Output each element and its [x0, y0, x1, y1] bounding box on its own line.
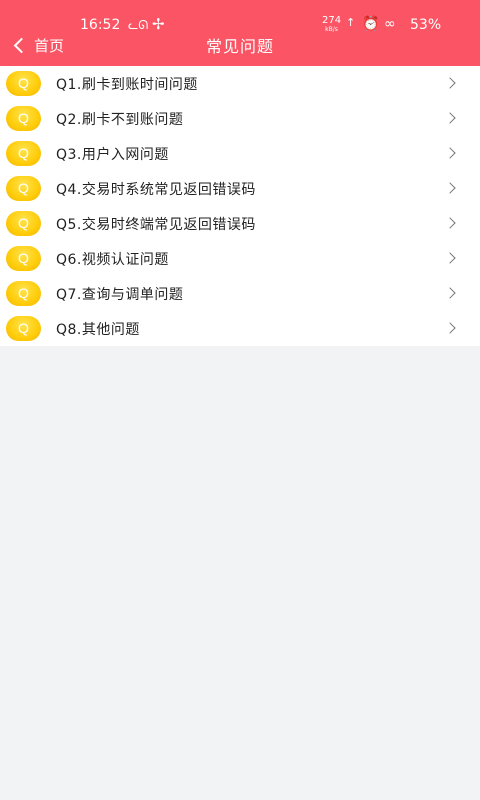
faq-item-8[interactable]: Q Q8.其他问题 [0, 311, 480, 346]
chevron-right-icon [444, 322, 456, 334]
faq-item-label: Q3.用户入网问题 [56, 147, 169, 163]
chevron-right-icon [444, 112, 456, 124]
chevron-right-icon [444, 217, 456, 229]
faq-item-label: Q4.交易时系统常见返回错误码 [56, 182, 256, 198]
faq-list: Q Q1.刷卡到账时间问题 Q Q2.刷卡不到账问题 Q Q3.用户入网问题 Q… [0, 66, 480, 346]
q-badge-icon: Q [6, 211, 41, 236]
faq-item-label: Q1.刷卡到账时间问题 [56, 77, 198, 93]
faq-item-6[interactable]: Q Q6.视频认证问题 [0, 241, 480, 276]
faq-item-1[interactable]: Q Q1.刷卡到账时间问题 [0, 66, 480, 101]
network-speed: 274 kB/s [322, 15, 342, 34]
fan-icon: ✢ [152, 15, 165, 33]
cat-icon: ᓚᘏ [128, 18, 149, 32]
page-title: 常见问题 [205, 37, 274, 56]
header: 16:52 ᓚᘏ ✢ 274 kB/s ↑ ⏰ ∞ 53% 首页 常见问题 [0, 0, 480, 66]
q-badge-icon: Q [6, 106, 41, 131]
q-badge-icon: Q [6, 246, 41, 271]
chevron-right-icon [444, 147, 456, 159]
faq-item-7[interactable]: Q Q7.查询与调单问题 [0, 276, 480, 311]
faq-item-label: Q8.其他问题 [56, 322, 140, 338]
faq-item-label: Q2.刷卡不到账问题 [56, 112, 184, 128]
faq-item-2[interactable]: Q Q2.刷卡不到账问题 [0, 101, 480, 136]
chevron-right-icon [444, 287, 456, 299]
faq-item-label: Q5.交易时终端常见返回错误码 [56, 217, 256, 233]
faq-item-5[interactable]: Q Q5.交易时终端常见返回错误码 [0, 206, 480, 241]
chevron-right-icon [444, 252, 456, 264]
q-badge-icon: Q [6, 141, 41, 166]
faq-item-3[interactable]: Q Q3.用户入网问题 [0, 136, 480, 171]
q-badge-icon: Q [6, 71, 41, 96]
upload-arrow-icon: ↑ [346, 16, 356, 29]
faq-item-label: Q7.查询与调单问题 [56, 287, 184, 303]
faq-item-4[interactable]: Q Q4.交易时系统常见返回错误码 [0, 171, 480, 206]
link-icon: ∞ [384, 16, 396, 32]
status-time: 16:52 [80, 17, 121, 33]
alarm-icon: ⏰ [362, 16, 380, 32]
q-badge-icon: Q [6, 316, 41, 341]
q-badge-icon: Q [6, 176, 41, 201]
q-badge-icon: Q [6, 281, 41, 306]
status-bar: 16:52 ᓚᘏ ✢ 274 kB/s ↑ ⏰ ∞ 53% [0, 0, 480, 33]
battery-level: 53% [410, 17, 442, 33]
faq-item-label: Q6.视频认证问题 [56, 252, 169, 268]
chevron-right-icon [444, 77, 456, 89]
chevron-right-icon [444, 182, 456, 194]
